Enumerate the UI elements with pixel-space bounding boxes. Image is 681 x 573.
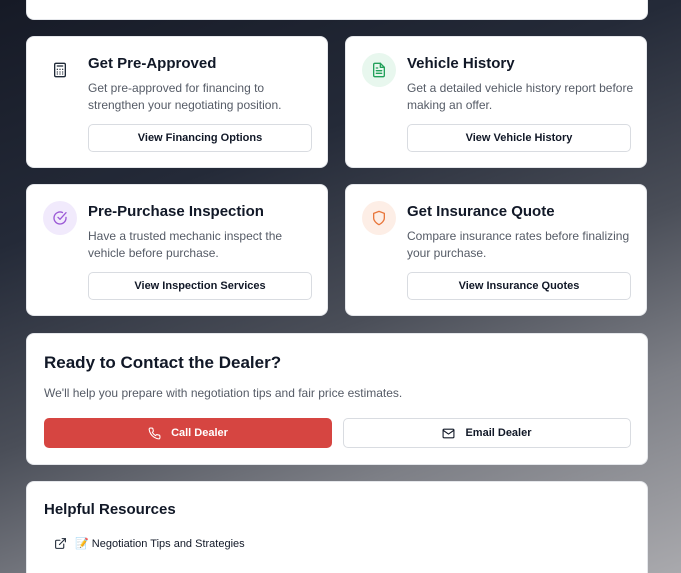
vehicle-history-card: Vehicle History Get a detailed vehicle h… (345, 36, 647, 168)
previous-card (26, 0, 648, 20)
external-link-icon (54, 537, 67, 550)
card-description: Get a detailed vehicle history report be… (407, 81, 634, 112)
view-financing-options-button[interactable]: View Financing Options (88, 124, 312, 152)
view-vehicle-history-button[interactable]: View Vehicle History (407, 124, 631, 152)
card-title: Pre-Purchase Inspection (88, 203, 264, 220)
check-circle-icon (43, 201, 77, 235)
card-title: Vehicle History (407, 55, 515, 72)
mail-icon (442, 427, 455, 440)
contact-description: We'll help you prepare with negotiation … (44, 386, 403, 400)
view-insurance-quotes-button[interactable]: View Insurance Quotes (407, 272, 631, 300)
calculator-icon (43, 53, 77, 87)
card-description: Compare insurance rates before finalizin… (407, 229, 630, 260)
card-title: Get Insurance Quote (407, 203, 555, 220)
contact-title: Ready to Contact the Dealer? (44, 353, 282, 372)
pre-approved-card: Get Pre-Approved Get pre-approved for fi… (26, 36, 328, 168)
card-description: Have a trusted mechanic inspect the vehi… (88, 229, 283, 260)
resource-link-label: Negotiation Tips and Strategies (91, 538, 245, 550)
helpful-resources-card: Helpful Resources 📝 Negotiation Tips and… (26, 481, 648, 573)
email-dealer-button[interactable]: Email Dealer (343, 418, 631, 448)
card-description: Get pre-approved for financing to streng… (88, 81, 282, 112)
call-dealer-label: Call Dealer (171, 427, 228, 439)
shield-icon (362, 201, 396, 235)
view-inspection-services-button[interactable]: View Inspection Services (88, 272, 312, 300)
contact-dealer-card: Ready to Contact the Dealer? We'll help … (26, 333, 648, 465)
phone-icon (148, 427, 161, 440)
card-title: Get Pre-Approved (88, 55, 217, 72)
email-dealer-label: Email Dealer (465, 427, 532, 439)
insurance-card: Get Insurance Quote Compare insurance ra… (345, 184, 647, 316)
document-icon (362, 53, 396, 87)
inspection-card: Pre-Purchase Inspection Have a trusted m… (26, 184, 328, 316)
resource-link-negotiation-tips[interactable]: 📝 Negotiation Tips and Strategies (54, 537, 245, 550)
resources-title: Helpful Resources (44, 501, 176, 518)
memo-icon: 📝 (75, 538, 89, 550)
call-dealer-button[interactable]: Call Dealer (44, 418, 332, 448)
